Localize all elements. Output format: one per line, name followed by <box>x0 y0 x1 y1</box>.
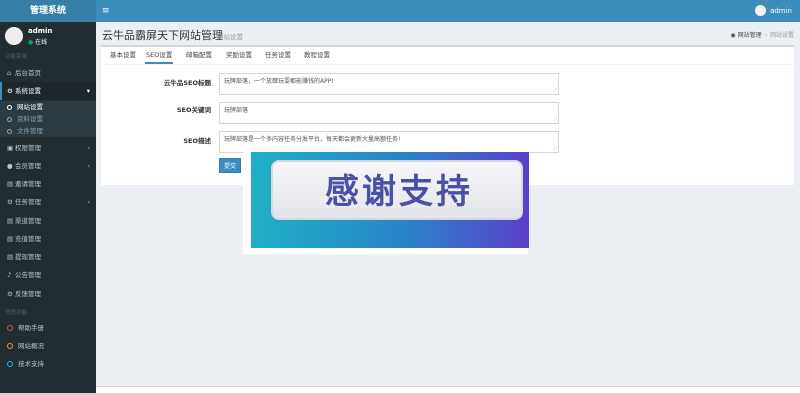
sidebar-item-permissions[interactable]: ▣ 权限管理 ‹ <box>0 139 96 157</box>
seo-keywords-field[interactable]: 玩牌部落 ⟋ <box>219 102 559 124</box>
gear-icon: ⚙ <box>7 198 13 206</box>
chevron-left-icon: ‹ <box>87 162 90 170</box>
sidebar-user-name: admin <box>28 27 53 35</box>
tab-tutorials[interactable]: 教程设置 <box>303 47 331 64</box>
sidebar-user-panel: admin ● 在线 <box>5 27 52 46</box>
chevron-down-icon: ▾ <box>86 87 90 95</box>
list-icon: ▤ <box>7 217 14 225</box>
online-status: ● 在线 <box>28 39 48 46</box>
avatar <box>755 5 767 16</box>
breadcrumb: ◉ 网站管理 › 网站设置 <box>730 32 794 39</box>
sidebar-item-help[interactable]: 帮助手册 <box>0 319 96 337</box>
sidebar-subitem-file-manager[interactable]: 文件管理 <box>0 125 96 137</box>
seo-description-label: SEO描述 <box>183 137 211 145</box>
chevron-left-icon: ‹ <box>87 198 90 206</box>
sidebar-item-tech-support[interactable]: 技术支持 <box>0 355 96 373</box>
circle-icon <box>7 129 12 134</box>
sidebar-item-system-settings[interactable]: ⚙ 系统设置 ▾ <box>0 82 96 100</box>
tab-tasks[interactable]: 任务设置 <box>264 47 292 64</box>
seo-title-field[interactable]: 玩牌部落，一个放肆玩耍都能赚钱的APP! ⟋ <box>219 73 559 95</box>
sidebar-item-notices[interactable]: ♪ 公告管理 <box>0 266 96 284</box>
settings-tabs: 基本设置 SEO设置 邮箱配置 奖励设置 任务设置 教程设置 <box>101 47 794 65</box>
sidebar: admin ● 在线 功能菜单 ⌂ 后台首页 ⚙ 系统设置 ▾ 网站设置 资料设置 文… <box>0 22 96 393</box>
circle-icon <box>7 361 13 367</box>
sidebar-item-invites[interactable]: ▤ 邀请管理 <box>0 175 96 193</box>
banner-card: 感谢支持 <box>271 160 523 220</box>
lock-icon: ▣ <box>7 144 14 152</box>
circle-icon <box>7 117 12 122</box>
users-icon: ● <box>7 162 13 170</box>
brand-logo[interactable]: 管理系统 <box>0 0 96 22</box>
circle-icon <box>7 325 13 331</box>
sidebar-section-header: 功能菜单 <box>5 54 28 60</box>
sidebar-subitem-site-settings[interactable]: 网站设置 <box>0 101 96 113</box>
gear-icon: ⚙ <box>7 290 13 298</box>
banner-text: 感谢支持 <box>325 172 473 212</box>
menu-icon[interactable]: ≡ <box>102 5 110 17</box>
sidebar-section-header: 其他功能 <box>5 310 28 316</box>
sidebar-item-tasks[interactable]: ⚙ 任务管理 ‹ <box>0 193 96 211</box>
breadcrumb-current: 网站设置 <box>769 32 794 39</box>
sidebar-item-withdraw[interactable]: ▤ 提现管理 <box>0 248 96 266</box>
tab-email[interactable]: 邮箱配置 <box>185 47 213 64</box>
sidebar-item-members[interactable]: ● 会员管理 ‹ <box>0 157 96 175</box>
seo-keywords-label: SEO关键词 <box>176 106 211 114</box>
sidebar-item-feedback[interactable]: ⚙ 反馈管理 <box>0 285 96 303</box>
seo-description-field[interactable]: 玩牌部落是一个多内容任务分发平台，每天都会更新大量高额任务! ⟋ <box>219 131 559 153</box>
submit-button[interactable]: 提交 <box>219 158 241 173</box>
list-icon: ▤ <box>7 235 14 243</box>
page-subtitle: 网站设置 <box>217 33 243 41</box>
page-title: 云牛品霸屏天下网站管理 <box>102 29 223 42</box>
banner-background: 感谢支持 <box>251 152 529 248</box>
resize-grip-icon[interactable]: ⟋ <box>553 146 557 152</box>
list-icon: ▤ <box>7 253 14 261</box>
user-menu[interactable]: admin <box>755 5 792 16</box>
thank-you-banner: 感谢支持 <box>243 151 529 254</box>
sidebar-item-recharge[interactable]: ▤ 充值管理 <box>0 230 96 248</box>
username-label: admin <box>770 6 792 15</box>
top-navbar: ≡ admin <box>96 0 800 22</box>
resize-grip-icon[interactable]: ⟋ <box>553 88 557 94</box>
home-icon: ⌂ <box>7 69 12 77</box>
circle-icon <box>7 343 13 349</box>
online-dot-icon: ● <box>28 39 34 46</box>
page-footer <box>96 386 800 393</box>
breadcrumb-link[interactable]: 网站管理 <box>738 32 762 39</box>
chevron-left-icon: ‹ <box>87 144 90 152</box>
circle-icon <box>7 105 12 110</box>
sidebar-item-dashboard[interactable]: ⌂ 后台首页 <box>0 64 96 82</box>
tab-rewards[interactable]: 奖励设置 <box>225 47 253 64</box>
sidebar-item-site-overview[interactable]: 网站概况 <box>0 337 96 355</box>
dashboard-icon: ◉ <box>730 32 736 39</box>
list-icon: ▤ <box>7 180 14 188</box>
seo-title-label: 云牛品SEO标题 <box>163 79 211 87</box>
tab-basic[interactable]: 基本设置 <box>109 47 137 64</box>
resize-grip-icon[interactable]: ⟋ <box>553 117 557 123</box>
bell-icon: ♪ <box>7 271 12 279</box>
tab-seo[interactable]: SEO设置 <box>145 47 174 64</box>
gear-icon: ⚙ <box>7 87 13 95</box>
sidebar-item-channels[interactable]: ▤ 渠道管理 <box>0 212 96 230</box>
sidebar-subitem-profile-settings[interactable]: 资料设置 <box>0 113 96 125</box>
avatar <box>5 27 23 45</box>
